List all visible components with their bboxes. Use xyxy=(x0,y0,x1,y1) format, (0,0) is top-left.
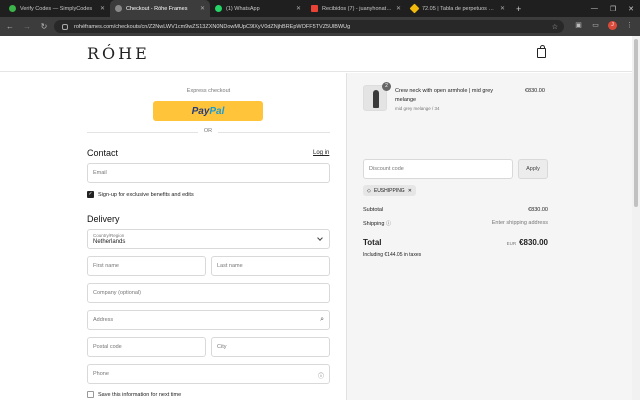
express-checkout-label: Express checkout xyxy=(186,88,231,94)
scrollbar-thumb[interactable] xyxy=(634,39,638,207)
close-tab-icon[interactable]: ✕ xyxy=(100,5,105,12)
page-scrollbar[interactable] xyxy=(632,36,640,400)
chevron-down-icon xyxy=(317,235,323,241)
quantity-badge: 2 xyxy=(382,82,391,91)
tab-title: Checkout - Róhe Frames xyxy=(126,5,188,12)
save-info-checkbox[interactable] xyxy=(87,391,94,398)
help-circle-icon[interactable]: ⓘ xyxy=(386,221,391,227)
discount-tag: ◇ EUSHIPPING ✕ xyxy=(363,185,416,196)
currency-code: EUR xyxy=(506,241,517,246)
profile-avatar-icon[interactable]: J xyxy=(608,21,617,30)
sidebar-icon[interactable]: ▭ xyxy=(591,21,600,30)
browser-tab-checkout[interactable]: Checkout - Róhe Frames ✕ xyxy=(110,0,210,17)
new-tab-icon[interactable]: + xyxy=(510,4,527,14)
order-summary: 2 Crew neck with open armhole | mid grey… xyxy=(346,73,632,400)
globe-icon xyxy=(115,5,122,12)
postal-code-field[interactable]: Postal code xyxy=(87,337,206,357)
window-controls: — ❐ ✕ xyxy=(591,0,634,17)
subtotal-row: Subtotal €830.00 xyxy=(363,207,548,213)
shipping-label: Shipping xyxy=(363,221,385,227)
url-text: rohéframes.com/checkouts/cn/Z2NwLWV1cm9w… xyxy=(74,23,351,30)
address-field[interactable]: Address ⌕ xyxy=(87,310,330,330)
signup-label: Sign-up for exclusive benefits and edits xyxy=(98,192,194,198)
tab-title: 72.05 | Tabla de perpetuos de l... xyxy=(422,5,496,12)
simplycodes-icon xyxy=(9,5,16,12)
product-variant: mid grey melange / 34 xyxy=(395,106,440,111)
delivery-heading: Delivery xyxy=(87,214,120,224)
remove-discount-icon[interactable]: ✕ xyxy=(408,188,412,194)
close-window-icon[interactable]: ✕ xyxy=(628,5,634,13)
taxes-note: Including €144.05 in taxes xyxy=(363,252,422,258)
contact-heading: Contact xyxy=(87,148,119,158)
total-label: Total xyxy=(363,238,382,247)
store-logo[interactable]: RÓHE xyxy=(87,44,150,63)
close-tab-icon[interactable]: ✕ xyxy=(396,5,401,12)
apply-discount-button[interactable]: Apply xyxy=(518,159,548,179)
shipping-value: Enter shipping address xyxy=(491,220,548,226)
reload-icon[interactable]: ↻ xyxy=(37,22,51,31)
gmail-icon xyxy=(311,5,318,12)
city-field[interactable]: City xyxy=(211,337,330,357)
close-tab-icon[interactable]: ✕ xyxy=(500,5,505,12)
extensions-icon[interactable]: ▣ xyxy=(574,21,583,30)
discount-code-input[interactable]: Discount code xyxy=(363,159,513,179)
login-link[interactable]: Log in xyxy=(313,150,329,156)
minimize-icon[interactable]: — xyxy=(591,5,598,12)
last-name-field[interactable]: Last name xyxy=(211,256,330,276)
browser-tab-bar: Verify Codes — SimplyCodes ✕ Checkout - … xyxy=(0,0,640,17)
tab-title: (1) WhatsApp xyxy=(226,5,260,12)
address-bar[interactable]: rohéframes.com/checkouts/cn/Z2NwLWV1cm9w… xyxy=(54,20,564,33)
shopping-bag-icon[interactable] xyxy=(537,45,546,58)
bookmark-star-icon[interactable]: ☆ xyxy=(552,23,558,31)
close-tab-icon[interactable]: ✕ xyxy=(200,5,205,12)
email-field[interactable]: Email xyxy=(87,163,330,183)
binance-icon xyxy=(409,3,420,14)
browser-tab-whatsapp[interactable]: (1) WhatsApp ✕ xyxy=(210,0,306,17)
signup-checkbox[interactable]: ✓ xyxy=(87,191,94,198)
checkout-form: Express checkout Pay Pal OR Contact Log i… xyxy=(0,73,346,400)
country-select[interactable]: Country/Region Netherlands xyxy=(87,229,330,249)
close-tab-icon[interactable]: ✕ xyxy=(296,5,301,12)
store-header: RÓHE xyxy=(0,36,632,72)
maximize-icon[interactable]: ❐ xyxy=(610,5,616,13)
phone-field[interactable]: Phone ⓘ xyxy=(87,364,330,384)
subtotal-value: €830.00 xyxy=(528,207,548,213)
menu-kebab-icon[interactable]: ⋮ xyxy=(625,21,634,30)
total-row: Total EUR €830.00 xyxy=(363,238,548,247)
checkout-page: RÓHE Express checkout Pay Pal OR Contact … xyxy=(0,36,640,400)
subtotal-label: Subtotal xyxy=(363,207,384,213)
tab-title: Verify Codes — SimplyCodes xyxy=(20,5,93,12)
browser-tab-gmail[interactable]: Recibidos (7) - juanyhonatan7... ✕ xyxy=(306,0,406,17)
back-arrow-icon[interactable]: ← xyxy=(3,22,17,31)
product-price: €830.00 xyxy=(525,88,545,94)
save-info-label: Save this information for next time xyxy=(98,392,182,398)
paypal-button[interactable]: Pay Pal xyxy=(153,101,263,121)
browser-toolbar: ← → ↻ rohéframes.com/checkouts/cn/Z2NwLW… xyxy=(0,17,640,36)
whatsapp-icon xyxy=(215,5,222,12)
toolbar-right-icons: ▣ ▭ J ⋮ xyxy=(574,21,634,30)
shipping-row: Shipping ⓘ Enter shipping address xyxy=(363,220,548,227)
browser-tab-simplycodes[interactable]: Verify Codes — SimplyCodes ✕ xyxy=(4,0,110,17)
browser-tab-binance[interactable]: 72.05 | Tabla de perpetuos de l... ✕ xyxy=(406,0,510,17)
first-name-field[interactable]: First name xyxy=(87,256,206,276)
search-icon: ⌕ xyxy=(320,316,324,323)
site-info-icon[interactable] xyxy=(62,23,68,30)
total-value: €830.00 xyxy=(519,238,548,247)
product-name: Crew neck with open armhole | mid grey m… xyxy=(395,88,494,103)
forward-arrow-icon[interactable]: → xyxy=(20,22,34,31)
tag-icon: ◇ xyxy=(367,187,371,194)
help-circle-icon[interactable]: ⓘ xyxy=(318,371,324,380)
tab-title: Recibidos (7) - juanyhonatan7... xyxy=(322,5,392,12)
company-field[interactable]: Company (optional) xyxy=(87,283,330,303)
or-label: OR xyxy=(198,128,218,134)
